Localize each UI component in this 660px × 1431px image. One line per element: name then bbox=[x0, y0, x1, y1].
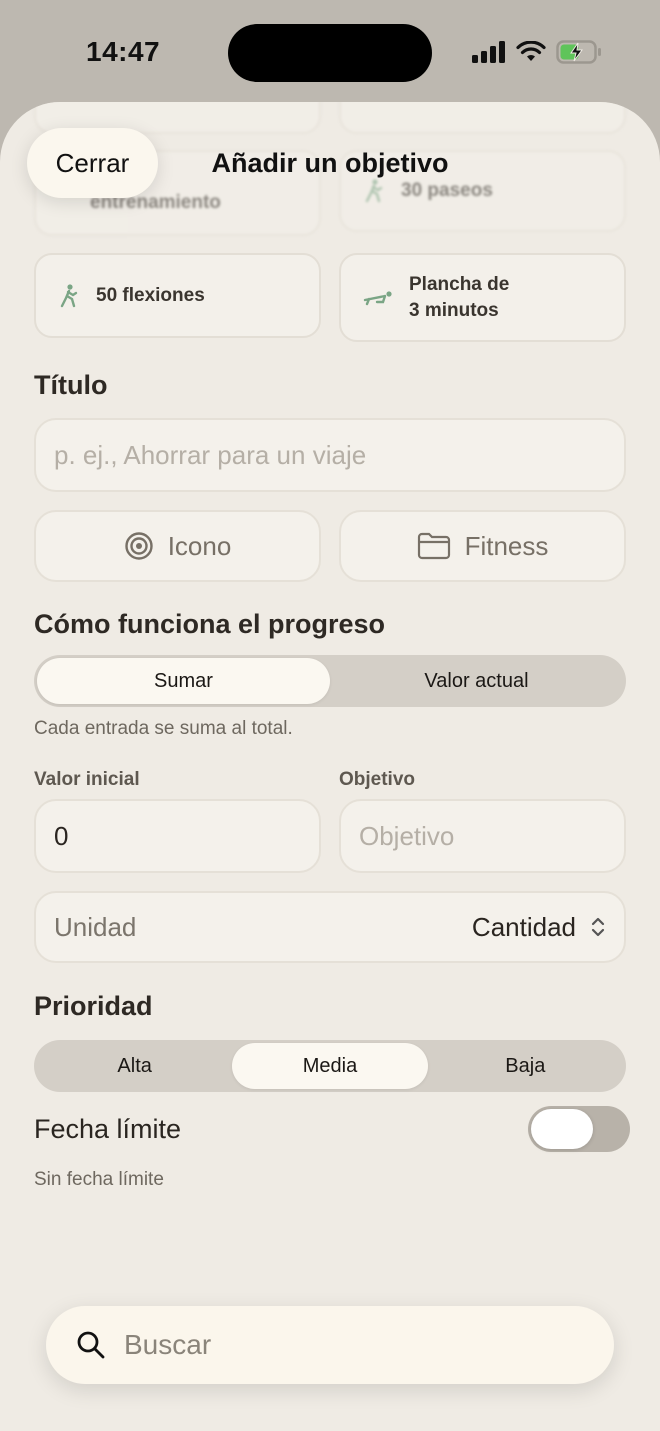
unit-label: Unidad bbox=[54, 911, 137, 942]
status-icons bbox=[472, 40, 602, 64]
search-icon bbox=[77, 1331, 105, 1359]
progress-option-current-value[interactable]: Valor actual bbox=[330, 658, 623, 704]
target-placeholder: Objetivo bbox=[359, 820, 455, 851]
template-card-pushups[interactable]: 50 flexiones bbox=[34, 253, 321, 338]
folder-icon bbox=[417, 532, 450, 560]
icon-picker-button[interactable]: Icono bbox=[34, 510, 321, 582]
dynamic-island bbox=[228, 24, 432, 82]
category-picker-button[interactable]: Fitness bbox=[339, 510, 626, 582]
unit-picker[interactable]: Unidad Cantidad bbox=[34, 891, 626, 963]
priority-option-high[interactable]: Alta bbox=[37, 1043, 232, 1089]
unit-value: Cantidad bbox=[471, 911, 576, 942]
chevron-up-down-icon bbox=[591, 917, 605, 937]
search-placeholder: Buscar bbox=[124, 1329, 212, 1360]
progress-option-sum[interactable]: Sumar bbox=[37, 658, 330, 704]
template-label: 50 flexiones bbox=[96, 284, 205, 306]
search-bar[interactable]: Buscar bbox=[46, 1306, 614, 1384]
template-label-line1: Plancha de bbox=[409, 273, 510, 295]
target-label: Objetivo bbox=[339, 769, 416, 790]
toggle-knob bbox=[531, 1109, 593, 1149]
battery-charging-icon bbox=[556, 40, 601, 64]
template-card-blurred-right[interactable] bbox=[339, 102, 626, 134]
title-heading: Título bbox=[34, 370, 108, 400]
template-label: 30 paseos bbox=[401, 180, 493, 201]
walk-icon bbox=[365, 179, 383, 203]
wifi-icon bbox=[516, 41, 546, 61]
progress-heading: Cómo funciona el progreso bbox=[34, 609, 386, 639]
category-button-label: Fitness bbox=[464, 530, 549, 561]
close-button[interactable]: Cerrar bbox=[27, 128, 158, 198]
template-label-line2: 3 minutos bbox=[409, 299, 499, 321]
priority-heading: Prioridad bbox=[34, 991, 153, 1021]
deadline-toggle[interactable] bbox=[528, 1106, 630, 1152]
template-card-plank[interactable]: Plancha de 3 minutos bbox=[339, 253, 626, 342]
initial-value: 0 bbox=[54, 820, 69, 851]
priority-option-low[interactable]: Baja bbox=[428, 1043, 623, 1089]
status-time: 14:47 bbox=[86, 36, 161, 67]
target-icon bbox=[124, 532, 153, 560]
progress-mode-segmented: Sumar Valor actual bbox=[34, 655, 626, 707]
title-placeholder: p. ej., Ahorrar para un viaje bbox=[54, 439, 367, 470]
icon-button-label: Icono bbox=[167, 530, 232, 561]
initial-value-input[interactable]: 0 bbox=[34, 799, 321, 873]
deadline-caption: Sin fecha límite bbox=[34, 1169, 164, 1190]
cellular-signal-icon bbox=[472, 41, 505, 63]
deadline-label: Fecha límite bbox=[34, 1114, 182, 1144]
status-bar: 14:47 bbox=[0, 0, 660, 100]
add-goal-sheet: entrenamiento 30 paseos Añadir un objeti… bbox=[0, 102, 660, 1431]
plank-icon bbox=[363, 290, 392, 305]
target-input[interactable]: Objetivo bbox=[339, 799, 626, 873]
pushup-icon bbox=[60, 283, 78, 307]
priority-segmented: Alta Media Baja bbox=[34, 1040, 626, 1092]
title-input[interactable]: p. ej., Ahorrar para un viaje bbox=[34, 418, 626, 492]
priority-option-medium[interactable]: Media bbox=[232, 1043, 428, 1089]
progress-caption: Cada entrada se suma al total. bbox=[34, 718, 293, 739]
initial-value-label: Valor inicial bbox=[34, 769, 140, 790]
